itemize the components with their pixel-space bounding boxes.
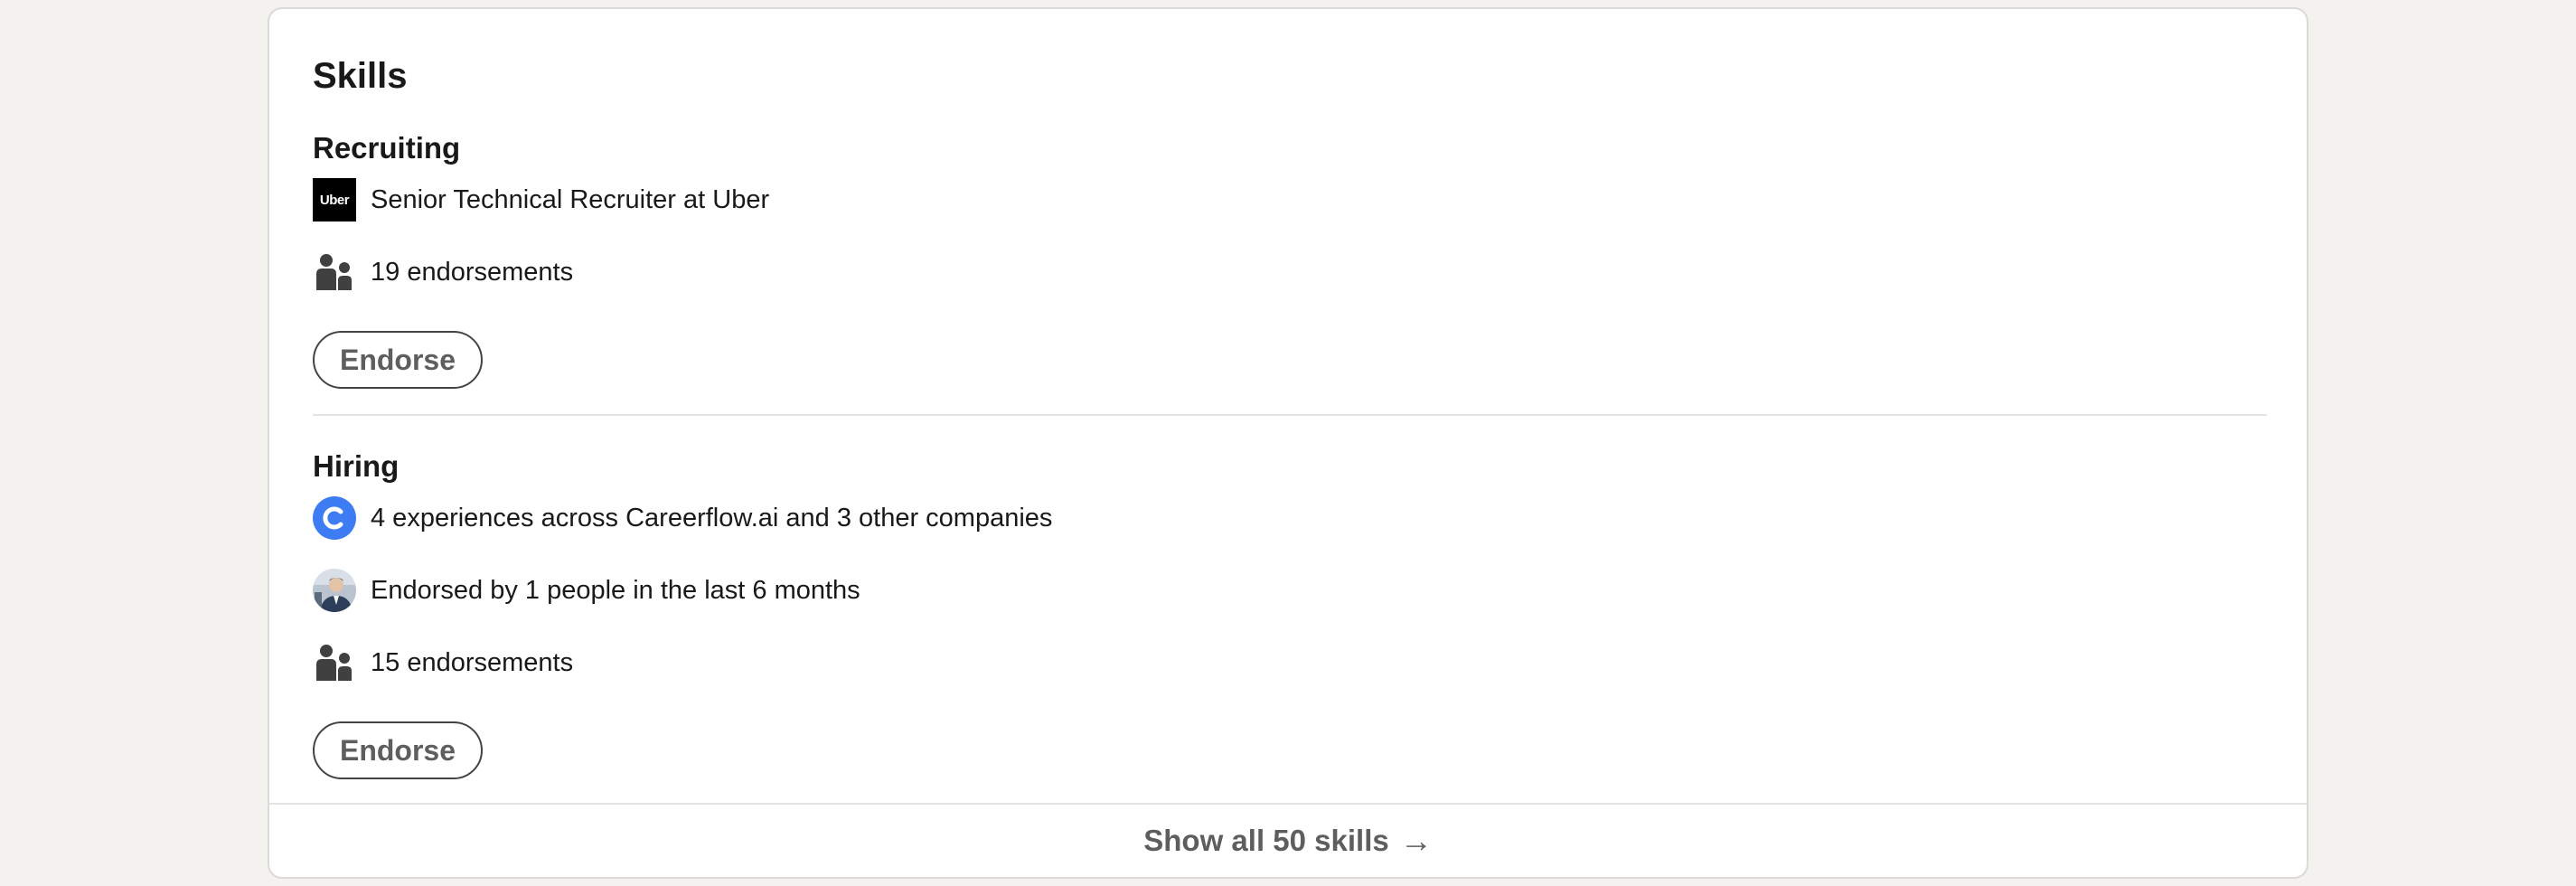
endorsements-row: 19 endorsements [313,250,573,294]
endorsed-by-row: Endorsed by 1 people in the last 6 month… [313,569,860,612]
people-icon [313,641,356,684]
arrow-right-icon: → [1399,822,1433,859]
people-icon [313,250,356,294]
show-all-label: Show all 50 skills [1143,824,1389,857]
endorsements-count: 15 endorsements [371,648,574,677]
skill-experience-row: Uber Senior Technical Recruiter at Uber [313,178,769,222]
endorsed-by-text: Endorsed by 1 people in the last 6 month… [371,576,860,605]
endorse-button[interactable]: Endorse [313,721,483,779]
show-all-skills-link[interactable]: Show all 50 skills → [1143,824,1432,858]
skills-card: Skills Recruiting Uber Senior Technical … [268,7,2308,879]
skill-divider [313,414,2267,416]
endorsements-row: 15 endorsements [313,641,573,684]
endorse-button[interactable]: Endorse [313,331,483,389]
show-all-footer[interactable]: Show all 50 skills → [269,803,2307,877]
section-title: Skills [313,56,408,96]
endorsements-count: 19 endorsements [371,258,574,287]
skill-experience-row: 4 experiences across Careerflow.ai and 3… [313,496,1052,540]
experience-text: Senior Technical Recruiter at Uber [371,185,770,214]
experience-text: 4 experiences across Careerflow.ai and 3… [371,504,1053,533]
uber-logo-icon: Uber [313,178,356,222]
skill-name-hiring[interactable]: Hiring [313,448,399,485]
skill-name-recruiting[interactable]: Recruiting [313,130,460,166]
careerflow-logo-icon [313,496,356,540]
avatar[interactable] [313,569,356,612]
